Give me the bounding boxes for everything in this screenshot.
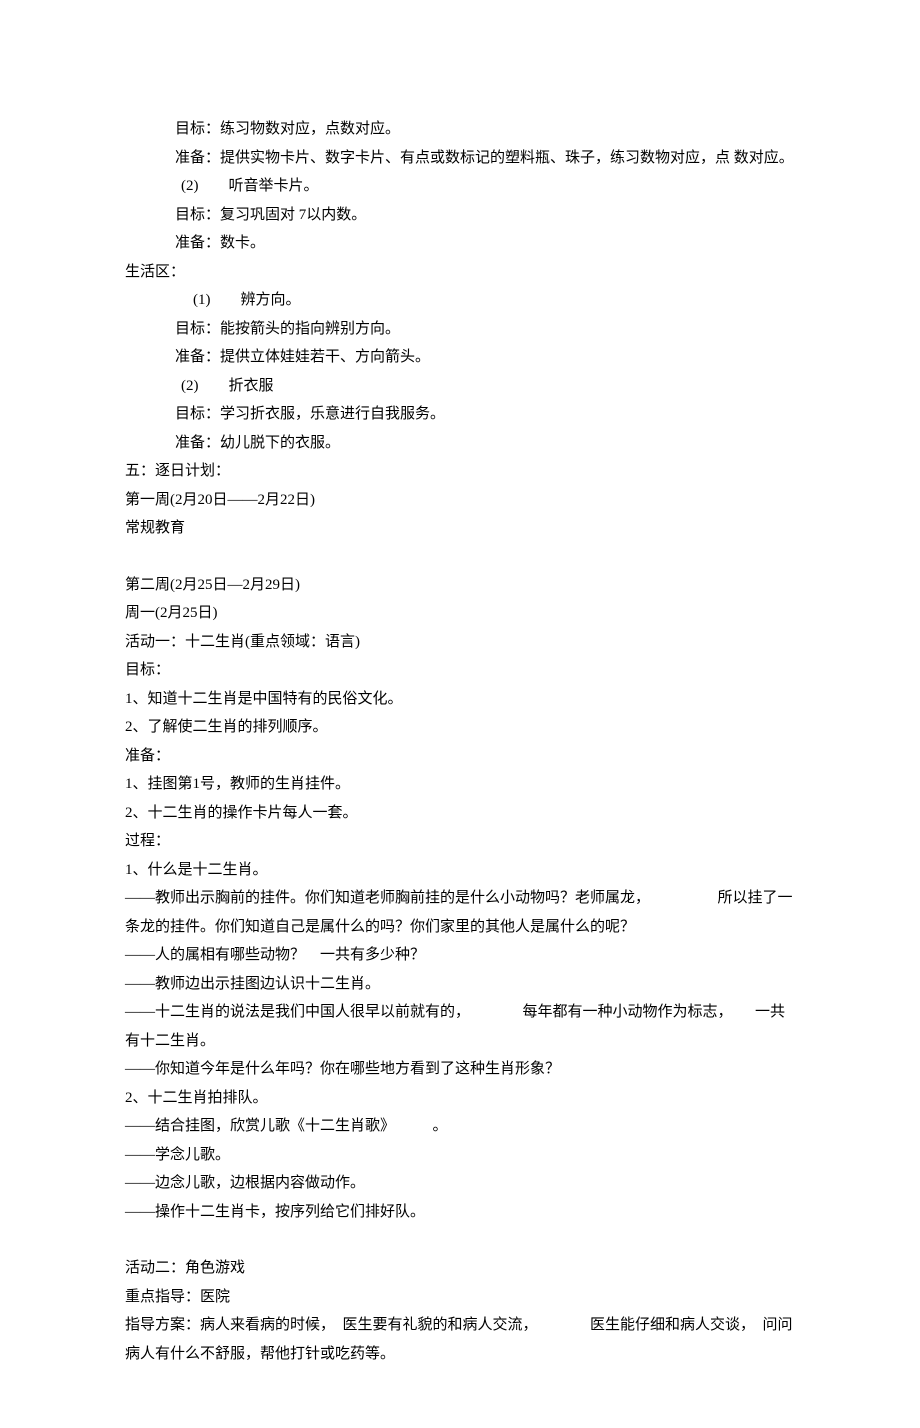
line: 准备：提供实物卡片、数字卡片、有点或数标记的塑料瓶、珠子，练习数物对应，点 数对… bbox=[125, 144, 795, 173]
document-page: 目标：练习物数对应，点数对应。 准备：提供实物卡片、数字卡片、有点或数标记的塑料… bbox=[0, 0, 920, 1428]
line: 1、挂图第1号，教师的生肖挂件。 bbox=[125, 770, 795, 799]
line: 目标：练习物数对应，点数对应。 bbox=[125, 115, 795, 144]
line: 准备： bbox=[125, 742, 795, 771]
line: (2) 听音举卡片。 bbox=[125, 172, 795, 201]
section-heading: 五：逐日计划： bbox=[125, 457, 795, 486]
line: 第一周(2月20日――2月22日) bbox=[125, 486, 795, 515]
line: 活动一：十二生肖(重点领域：语言) bbox=[125, 628, 795, 657]
section-heading: 生活区： bbox=[125, 258, 795, 287]
line: 常规教育 bbox=[125, 514, 795, 543]
line: 2、十二生肖的操作卡片每人一套。 bbox=[125, 799, 795, 828]
line: 准备：提供立体娃娃若干、方向箭头。 bbox=[125, 343, 795, 372]
line: 准备：数卡。 bbox=[125, 229, 795, 258]
line: 2、十二生肖拍排队。 bbox=[125, 1084, 795, 1113]
line: 第二周(2月25日—2月29日) bbox=[125, 571, 795, 600]
line: (1) 辨方向。 bbox=[125, 286, 795, 315]
line: 指导方案：病人来看病的时候， 医生要有礼貌的和病人交流， 医生能仔细和病人交谈，… bbox=[125, 1311, 795, 1368]
line: (2) 折衣服 bbox=[125, 372, 795, 401]
line: 2、了解使二生肖的排列顺序。 bbox=[125, 713, 795, 742]
line: ——操作十二生肖卡，按序列给它们排好队。 bbox=[125, 1198, 795, 1227]
line: ——边念儿歌，边根据内容做动作。 bbox=[125, 1169, 795, 1198]
line: 准备：幼儿脱下的衣服。 bbox=[125, 429, 795, 458]
blank-line bbox=[125, 1226, 795, 1254]
line: 目标：复习巩固对 7以内数。 bbox=[125, 201, 795, 230]
line: ——结合挂图，欣赏儿歌《十二生肖歌》 。 bbox=[125, 1112, 795, 1141]
line: 目标：学习折衣服，乐意进行自我服务。 bbox=[125, 400, 795, 429]
line: 目标： bbox=[125, 656, 795, 685]
line: 活动二：角色游戏 bbox=[125, 1254, 795, 1283]
line: ——人的属相有哪些动物？ 一共有多少种？ bbox=[125, 941, 795, 970]
line: 目标：能按箭头的指向辨别方向。 bbox=[125, 315, 795, 344]
line: 1、什么是十二生肖。 bbox=[125, 856, 795, 885]
line: 重点指导：医院 bbox=[125, 1283, 795, 1312]
line: ——教师出示胸前的挂件。你们知道老师胸前挂的是什么小动物吗？老师属龙， 所以挂了… bbox=[125, 884, 795, 941]
line: 过程： bbox=[125, 827, 795, 856]
line: ——学念儿歌。 bbox=[125, 1141, 795, 1170]
line: ——教师边出示挂图边认识十二生肖。 bbox=[125, 970, 795, 999]
line: ——你知道今年是什么年吗？你在哪些地方看到了这种生肖形象？ bbox=[125, 1055, 795, 1084]
line: ——十二生肖的说法是我们中国人很早以前就有的， 每年都有一种小动物作为标志， 一… bbox=[125, 998, 795, 1055]
line: 周一(2月25日) bbox=[125, 599, 795, 628]
blank-line bbox=[125, 543, 795, 571]
line: 1、知道十二生肖是中国特有的民俗文化。 bbox=[125, 685, 795, 714]
